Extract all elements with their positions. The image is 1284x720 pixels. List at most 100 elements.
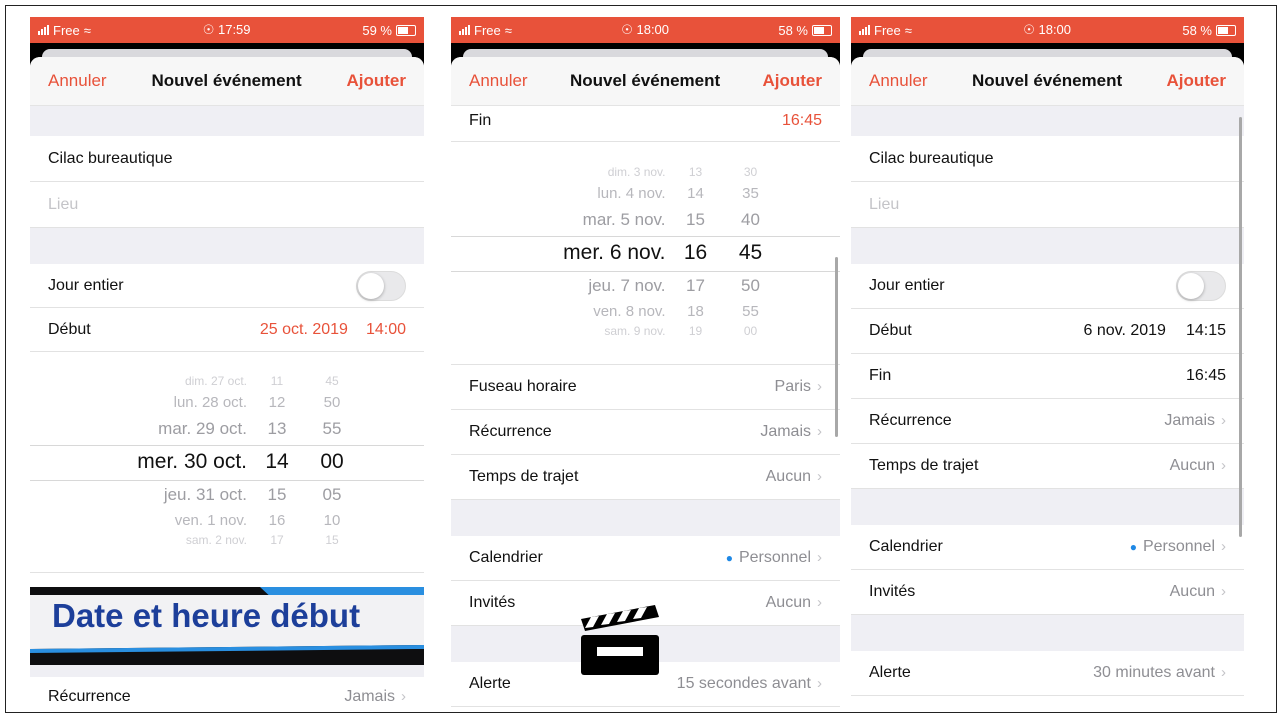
carrier-name: Free — [874, 22, 901, 38]
picker-day: jeu. 31 oct. — [163, 485, 247, 504]
picker-hour: 19 — [688, 324, 703, 338]
picker-day: sam. 2 nov. — [185, 533, 247, 547]
end-label: Fin — [869, 367, 892, 384]
start-row[interactable]: Début 6 nov. 2019 14:15 — [851, 309, 1244, 354]
picker-day: jeu. 7 nov. — [588, 276, 666, 295]
chevron-right-icon: › — [1221, 583, 1226, 600]
picker-row-selected[interactable]: mer. 30 oct. 14 00 — [30, 447, 424, 477]
phone-screen-1: Free ≈ ☉ 17:59 59 % Annuler Nouvel événe… — [30, 17, 424, 705]
picker-row-selected[interactable]: mer. 6 nov. 16 45 — [451, 238, 840, 268]
scrollbar[interactable] — [1239, 117, 1242, 537]
picker-row[interactable]: sam. 9 nov. 19 00 — [451, 323, 840, 339]
picker-row[interactable]: lun. 4 nov. 14 35 — [451, 182, 840, 204]
location-field[interactable]: Lieu — [30, 182, 424, 228]
status-bar: Free ≈ ☉ 17:59 59 % — [30, 17, 424, 43]
end-row[interactable]: Fin 16:45 — [851, 354, 1244, 399]
calendar-color-dot-icon: ● — [725, 551, 733, 565]
cancel-button[interactable]: Annuler — [48, 71, 107, 91]
travel-time-label: Temps de trajet — [469, 468, 579, 485]
picker-row[interactable]: lun. 28 oct. 12 50 — [30, 391, 424, 413]
new-event-sheet: Annuler Nouvel événement Ajouter Cilac b… — [30, 57, 424, 705]
title-banner: Date et heure début — [30, 587, 424, 665]
picker-day: ven. 8 nov. — [593, 302, 666, 320]
recurrence-row[interactable]: Récurrence Jamais › — [851, 399, 1244, 444]
section-gap — [30, 665, 424, 677]
picker-minute: 40 — [741, 210, 760, 229]
all-day-toggle[interactable] — [356, 270, 406, 301]
start-date-picker[interactable]: dim. 27 oct. 11 45 lun. 28 oct. 12 50 mar. 2… — [30, 352, 424, 573]
calendar-color-dot-icon: ● — [1129, 540, 1137, 554]
end-row[interactable]: Fin 16:45 — [451, 106, 840, 142]
picker-day: lun. 28 oct. — [173, 393, 247, 411]
travel-time-row[interactable]: Temps de trajet Aucun › — [451, 455, 840, 500]
recurrence-row[interactable]: Récurrence Jamais › — [451, 410, 840, 455]
chevron-right-icon: › — [817, 423, 822, 440]
picker-hour: 17 — [686, 276, 705, 295]
cancel-button[interactable]: Annuler — [869, 71, 928, 91]
recurrence-value: Jamais — [1164, 412, 1215, 429]
calendar-row[interactable]: Calendrier ● Personnel › — [851, 525, 1244, 570]
end-time: 16:45 — [1185, 367, 1226, 384]
timezone-label: Fuseau horaire — [469, 378, 577, 395]
section-gap — [30, 106, 424, 136]
alert-label: Alerte — [869, 664, 911, 681]
travel-time-value: Aucun — [1169, 457, 1215, 474]
invitees-row[interactable]: Invités Aucun › — [851, 570, 1244, 615]
travel-time-row[interactable]: Temps de trajet Aucun › — [851, 444, 1244, 489]
cancel-button[interactable]: Annuler — [469, 71, 528, 91]
picker-day: mer. 30 oct. — [137, 450, 247, 473]
location-placeholder: Lieu — [48, 195, 79, 213]
calendar-label: Calendrier — [869, 538, 943, 555]
phone-screen-2: Free ≈ ☉ 18:00 58 % Annuler Nouvel événe… — [451, 17, 840, 707]
title-field[interactable]: Cilac bureautique — [851, 136, 1244, 182]
calendar-row[interactable]: Calendrier ● Personnel › — [451, 536, 840, 581]
picker-row[interactable]: ven. 8 nov. 18 55 — [451, 300, 840, 322]
chevron-right-icon: › — [817, 549, 822, 566]
picker-day: dim. 27 oct. — [184, 374, 247, 388]
end-date-picker[interactable]: dim. 3 nov. 13 30 lun. 4 nov. 14 35 mar. 5 n… — [451, 142, 840, 365]
timezone-row[interactable]: Fuseau horaire Paris › — [451, 365, 840, 410]
picker-row[interactable]: jeu. 31 oct. 15 05 — [30, 482, 424, 508]
picker-minute: 45 — [738, 241, 763, 264]
section-gap — [851, 228, 1244, 264]
wifi-icon: ≈ — [83, 22, 91, 38]
battery: 58 % — [1182, 23, 1236, 38]
section-gap — [30, 228, 424, 264]
picker-day: dim. 3 nov. — [607, 165, 666, 179]
picker-row[interactable]: sam. 2 nov. 17 15 — [30, 532, 424, 548]
add-button[interactable]: Ajouter — [763, 71, 823, 91]
add-button[interactable]: Ajouter — [1167, 71, 1227, 91]
picker-minute: 15 — [325, 533, 339, 547]
battery-icon — [1216, 24, 1236, 36]
calendar-value: Personnel — [1142, 538, 1215, 555]
carrier-signal: Free ≈ — [38, 23, 91, 38]
picker-row[interactable]: dim. 27 oct. 11 45 — [30, 373, 424, 389]
start-row[interactable]: Début 25 oct. 2019 14:00 — [30, 308, 424, 352]
picker-row[interactable]: mar. 5 nov. 15 40 — [451, 207, 840, 233]
picker-day: sam. 9 nov. — [604, 324, 666, 338]
picker-row[interactable]: jeu. 7 nov. 17 50 — [451, 273, 840, 299]
start-label: Début — [869, 322, 912, 339]
picker-hour: 16 — [268, 511, 286, 529]
recurrence-label: Récurrence — [48, 687, 131, 705]
picker-row[interactable]: ven. 1 nov. 16 10 — [30, 509, 424, 531]
alert-row[interactable]: Alerte 30 minutes avant › — [851, 651, 1244, 696]
picker-row[interactable]: dim. 3 nov. 13 30 — [451, 164, 840, 180]
picker-row[interactable]: mar. 29 oct. 13 55 — [30, 416, 424, 442]
all-day-label: Jour entier — [869, 277, 945, 294]
picker-day: mar. 5 nov. — [582, 210, 666, 229]
picker-hour: 18 — [687, 302, 704, 320]
picker-hour: 13 — [267, 419, 287, 438]
title-field[interactable]: Cilac bureautique — [30, 136, 424, 182]
all-day-toggle[interactable] — [1176, 271, 1226, 301]
section-gap — [851, 489, 1244, 525]
clock-time: 17:59 — [217, 22, 251, 37]
section-gap — [851, 106, 1244, 136]
add-button[interactable]: Ajouter — [347, 71, 407, 91]
location-field[interactable]: Lieu — [851, 182, 1244, 228]
picker-hour: 12 — [268, 393, 286, 411]
battery: 58 % — [778, 23, 832, 38]
calendar-label: Calendrier — [469, 549, 543, 566]
scrollbar[interactable] — [835, 257, 838, 437]
recurrence-row[interactable]: Récurrence Jamais › — [30, 677, 424, 705]
